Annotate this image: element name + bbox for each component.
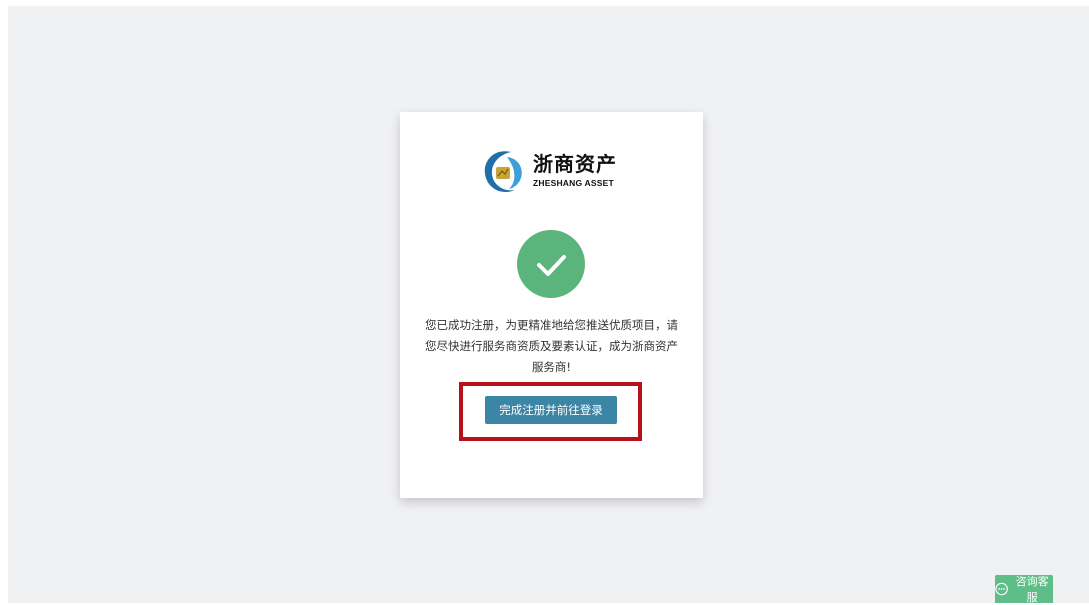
customer-service-label: 咨询客服 [1015, 575, 1049, 604]
check-circle-icon [517, 230, 585, 298]
complete-registration-login-button[interactable]: 完成注册并前往登录 [485, 396, 617, 424]
brand-name-cn: 浙商资产 [533, 152, 617, 176]
chat-bubble-icon [995, 582, 1008, 596]
success-message: 您已成功注册，为更精准地给您推送优质项目，请您尽快进行服务商资质及要素认证，成为… [425, 318, 678, 374]
logo-mark-icon [484, 151, 522, 193]
customer-service-button[interactable]: 咨询客服 [995, 575, 1053, 604]
brand-name-en: ZHESHANG ASSET [533, 178, 614, 188]
brand-logo: 浙商资产 ZHESHANG ASSET [481, 148, 641, 198]
